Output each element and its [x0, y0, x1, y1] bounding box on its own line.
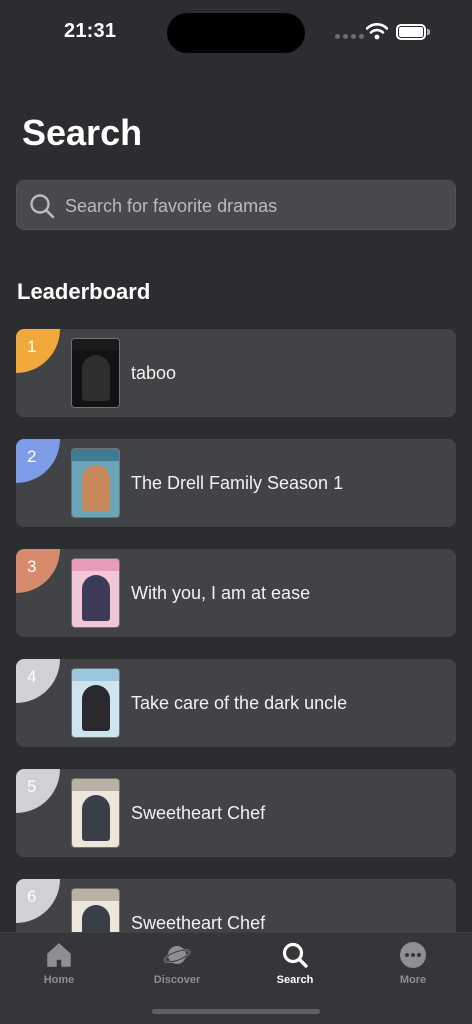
leaderboard-item[interactable]: 3 With you, I am at ease — [16, 549, 456, 637]
leaderboard-item[interactable]: 1 taboo — [16, 329, 456, 417]
dynamic-island — [167, 13, 305, 53]
rank-number: 4 — [27, 667, 37, 686]
leaderboard-list: 1 taboo 2 The Drell Family Season 1 3 Wi… — [16, 329, 456, 989]
rank-badge: 1 — [16, 329, 60, 373]
rank-number: 5 — [27, 777, 37, 796]
search-placeholder: Search for favorite dramas — [65, 196, 278, 216]
home-indicator — [152, 1009, 320, 1014]
leaderboard-item[interactable]: 5 Sweetheart Chef — [16, 769, 456, 857]
drama-title: The Drell Family Season 1 — [131, 473, 344, 493]
search-icon — [30, 194, 55, 219]
wifi-icon — [366, 23, 388, 40]
tab-label: Discover — [153, 974, 201, 986]
battery-icon — [396, 24, 430, 40]
rank-number: 6 — [27, 887, 37, 906]
drama-poster — [71, 778, 120, 848]
drama-poster — [71, 668, 120, 738]
drama-title: Take care of the dark uncle — [131, 693, 348, 713]
cellular-signal-icon — [335, 34, 364, 39]
drama-poster — [71, 338, 120, 408]
leaderboard-title: Leaderboard — [17, 279, 151, 304]
drama-poster — [71, 448, 120, 518]
page-title: Search — [22, 112, 143, 153]
tab-label: More — [399, 974, 427, 986]
rank-badge: 3 — [16, 549, 60, 593]
drama-title: With you, I am at ease — [131, 583, 311, 603]
rank-number: 2 — [27, 447, 37, 466]
tab-more[interactable]: More — [354, 941, 472, 993]
rank-badge: 6 — [16, 879, 60, 923]
rank-badge: 2 — [16, 439, 60, 483]
drama-title: Sweetheart Chef — [131, 913, 266, 933]
search-icon — [282, 942, 308, 968]
tab-label: Search — [276, 974, 314, 986]
drama-title: Sweetheart Chef — [131, 803, 266, 823]
rank-number: 1 — [27, 337, 37, 356]
planet-icon — [163, 946, 191, 964]
more-icon — [400, 942, 426, 968]
tab-search[interactable]: Search — [236, 941, 354, 993]
tab-home[interactable]: Home — [0, 941, 118, 993]
home-icon — [47, 943, 71, 967]
leaderboard-item[interactable]: 2 The Drell Family Season 1 — [16, 439, 456, 527]
tab-label: Home — [43, 974, 75, 986]
status-time: 21:31 — [64, 20, 117, 42]
search-input[interactable]: Search for favorite dramas — [16, 180, 456, 230]
drama-title: taboo — [131, 363, 177, 383]
status-bar: 21:31 — [0, 0, 472, 64]
drama-poster — [71, 558, 120, 628]
rank-badge: 4 — [16, 659, 60, 703]
rank-number: 3 — [27, 557, 37, 576]
rank-badge: 5 — [16, 769, 60, 813]
tab-discover[interactable]: Discover — [118, 941, 236, 993]
leaderboard-item[interactable]: 4 Take care of the dark uncle — [16, 659, 456, 747]
